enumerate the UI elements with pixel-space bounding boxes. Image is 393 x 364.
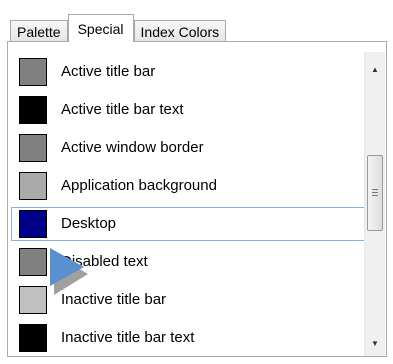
list-item-active-window-border[interactable]: Active window border [11,131,368,165]
tab-panel-special: Active title bar Active title bar text A… [7,41,387,357]
tab-special[interactable]: Special [67,14,134,42]
color-swatch [19,248,47,276]
color-swatch [19,324,47,352]
grip-line [372,192,378,193]
list-item-active-title-bar[interactable]: Active title bar [11,55,368,89]
tab-index-colors[interactable]: Index Colors [133,20,227,42]
list-item-label: Inactive title bar text [61,329,195,346]
tab-strip: Palette Special Index Colors [10,14,227,42]
list-item-label: Active title bar [61,63,156,80]
list-item-label: Application background [61,177,217,194]
list-item-label: Active window border [61,139,204,156]
list-item-active-title-bar-text[interactable]: Active title bar text [11,93,368,127]
scrollbar-thumb[interactable] [367,155,383,231]
color-swatch [19,58,47,86]
color-picker-widget: Palette Special Index Colors Active titl… [0,0,393,364]
tab-palette[interactable]: Palette [10,20,68,42]
color-swatch [19,210,47,238]
mouse-pointer-icon [50,248,88,295]
list-item-label: Active title bar text [61,101,184,118]
color-swatch [19,96,47,124]
arrow-down-icon[interactable]: ▼ [365,334,385,352]
special-color-list[interactable]: Active title bar Active title bar text A… [11,53,368,356]
color-swatch [19,286,47,314]
color-swatch [19,134,47,162]
list-item-desktop[interactable]: Desktop [11,207,368,241]
grip-line [372,195,378,196]
list-item-inactive-title-bar-text[interactable]: Inactive title bar text [11,321,368,355]
arrow-up-icon[interactable]: ▲ [365,60,385,78]
grip-line [372,189,378,190]
vertical-scrollbar[interactable]: ▲ ▼ [364,52,385,356]
list-item-application-background[interactable]: Application background [11,169,368,203]
list-item-label: Desktop [61,215,117,232]
color-swatch [19,172,47,200]
